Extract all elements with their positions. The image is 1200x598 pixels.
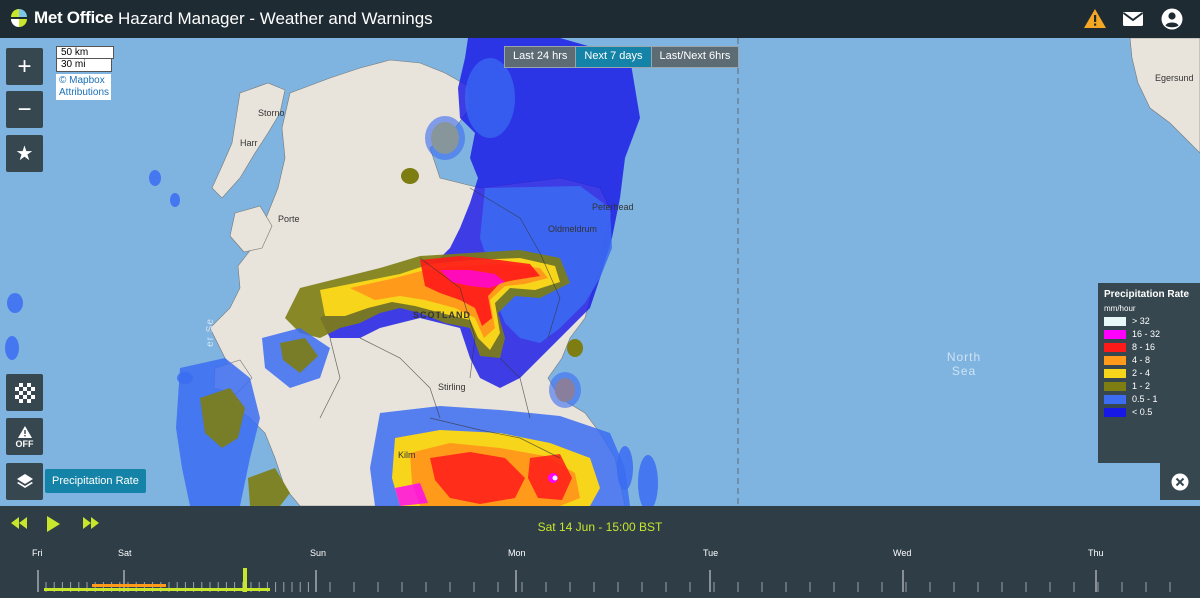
legend-swatch	[1104, 381, 1126, 391]
app-header: Met Office Hazard Manager - Weather and …	[0, 0, 1200, 38]
day-label-tue: Tue	[703, 548, 719, 558]
mail-icon[interactable]	[1120, 6, 1146, 32]
warnings-toggle-button[interactable]: OFF	[6, 418, 43, 455]
legend-label: < 0.5	[1132, 407, 1153, 417]
weather-map[interactable]: Storno Harr Porte Oldmeldrum Peterhead S…	[0, 38, 1200, 506]
day-label-fri: Fri	[32, 548, 43, 558]
legend-swatch	[1104, 355, 1126, 365]
legend-title: Precipitation Rate	[1104, 289, 1190, 300]
day-label-sun: Sun	[310, 548, 327, 558]
legend-swatch	[1104, 368, 1126, 378]
legend-label: 0.5 - 1	[1132, 394, 1158, 404]
tab-last-next-6hrs[interactable]: Last/Next 6hrs	[651, 47, 739, 67]
timeline-handle[interactable]	[243, 568, 247, 592]
timeline-warning-range	[92, 584, 166, 587]
legend-item: 1 - 2	[1104, 381, 1194, 391]
legend-label: 8 - 16	[1132, 342, 1156, 352]
place-storno: Storno	[258, 108, 285, 118]
tab-last-24-hrs[interactable]: Last 24 hrs	[505, 47, 577, 67]
map-canvas	[5, 38, 1200, 506]
north-sea-label: North Sea	[946, 350, 982, 378]
day-label-thu: Thu	[1088, 548, 1104, 558]
layers-icon	[16, 473, 33, 488]
tab-next-7-days[interactable]: Next 7 days	[576, 47, 652, 67]
checkerboard-button[interactable]	[6, 374, 43, 411]
legend-item: < 0.5	[1104, 407, 1194, 417]
sea-label-west: er Se	[205, 318, 216, 347]
map-scale: 50 km 30 mi © Mapbox Attributions	[56, 46, 114, 100]
favourite-button[interactable]: ★	[6, 135, 43, 172]
warning-triangle-icon	[17, 425, 32, 438]
legend-item: 4 - 8	[1104, 355, 1194, 365]
day-label-wed: Wed	[893, 548, 912, 558]
zoom-in-button[interactable]: +	[6, 48, 43, 85]
met-office-logo-icon	[11, 9, 27, 27]
close-legend-button[interactable]	[1160, 463, 1200, 500]
timeline-data-range	[44, 588, 270, 591]
legend-label: 2 - 4	[1132, 368, 1151, 378]
legend-swatch	[1104, 342, 1126, 352]
legend-item: 16 - 32	[1104, 329, 1194, 339]
account-icon[interactable]	[1159, 6, 1185, 32]
legend-label: 1 - 2	[1132, 381, 1151, 391]
place-oldmeldrum: Oldmeldrum	[548, 224, 598, 234]
warning-icon[interactable]	[1082, 6, 1108, 32]
legend-label: 16 - 32	[1132, 329, 1161, 339]
legend-swatch	[1104, 394, 1126, 404]
time-range-tabs: Last 24 hrs Next 7 days Last/Next 6hrs	[504, 46, 740, 68]
layers-button[interactable]	[6, 463, 43, 500]
legend-item: 8 - 16	[1104, 342, 1194, 352]
legend-swatch	[1104, 407, 1126, 417]
active-layer-label[interactable]: Precipitation Rate	[45, 469, 146, 493]
scale-km: 50 km	[56, 46, 114, 59]
region-scotland-label: SCOTLAND	[413, 310, 471, 320]
legend-swatch	[1104, 329, 1126, 339]
timeline-scrubber[interactable]	[0, 562, 1200, 598]
legend-item: > 32	[1104, 316, 1194, 326]
legend-swatch	[1104, 316, 1126, 326]
legend-unit: mm/hour	[1104, 304, 1136, 313]
close-icon	[1171, 473, 1189, 490]
legend-item: 2 - 4	[1104, 368, 1194, 378]
met-office-logo[interactable]: Met Office	[8, 7, 113, 29]
logo-text: Met Office	[34, 8, 114, 27]
place-harris: Harr	[240, 138, 258, 148]
day-label-sat: Sat	[118, 548, 132, 558]
checkerboard-icon	[14, 382, 35, 403]
legend-item: 0.5 - 1	[1104, 394, 1194, 404]
place-portree: Porte	[278, 214, 300, 224]
timeline-panel: Sat 14 Jun - 15:00 BST Fri Sat Sun Mon T…	[0, 506, 1200, 598]
warnings-toggle-state: OFF	[15, 438, 34, 449]
place-peterhead: Peterhead	[592, 202, 634, 212]
norway-coast	[1129, 38, 1200, 154]
current-time-label: Sat 14 Jun - 15:00 BST	[537, 520, 663, 534]
day-label-mon: Mon	[508, 548, 526, 558]
zoom-out-button[interactable]: −	[6, 91, 43, 128]
scale-mi: 30 mi	[56, 59, 112, 72]
app-title: Hazard Manager - Weather and Warnings	[118, 9, 433, 28]
place-kilmarnock: Kilm	[398, 450, 416, 460]
legend-label: 4 - 8	[1132, 355, 1151, 365]
mapbox-attribution-link[interactable]: © Mapbox Attributions	[56, 74, 111, 100]
place-stirling: Stirling	[438, 382, 466, 392]
precipitation-legend: Precipitation Rate mm/hour > 32 16 - 32 8 …	[1098, 283, 1200, 463]
place-egersund: Egersund	[1155, 73, 1194, 83]
legend-label: > 32	[1132, 316, 1150, 326]
